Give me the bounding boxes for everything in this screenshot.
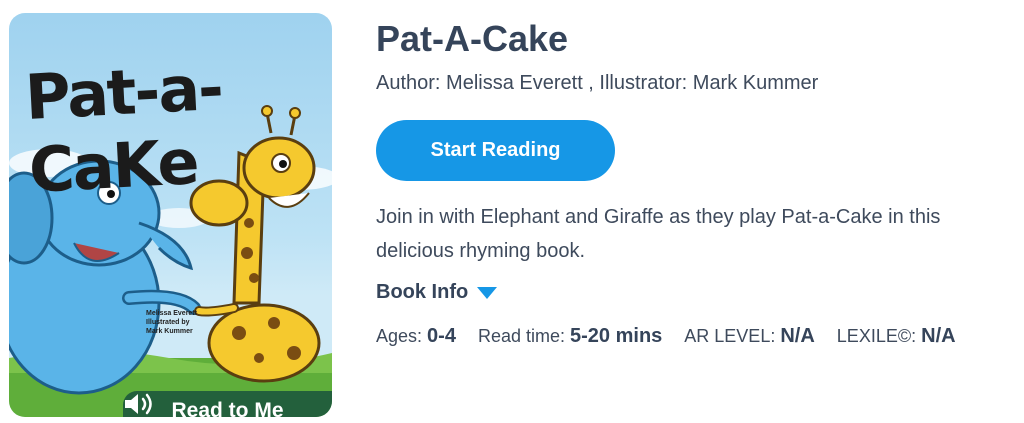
- meta-ages-label: Ages:: [376, 326, 423, 346]
- book-metadata: Ages: 0-4 Read time: 5-20 mins AR LEVEL:…: [376, 325, 978, 348]
- cover-author: Melissa Everett: [146, 310, 197, 317]
- read-to-me-button[interactable]: Read to Me: [123, 391, 332, 417]
- meta-ar-level-value: N/A: [780, 325, 815, 347]
- book-title: Pat-A-Cake: [376, 18, 569, 59]
- book-description: Join in with Elephant and Giraffe as the…: [376, 206, 941, 262]
- meta-read-time: Read time: 5-20 mins: [478, 325, 662, 348]
- meta-ar-level-label: AR LEVEL:: [684, 326, 776, 346]
- cover-title: Pat-a-CaKe: [23, 50, 224, 207]
- meta-ages: Ages: 0-4: [376, 325, 456, 348]
- start-reading-button[interactable]: Start Reading: [376, 120, 615, 181]
- cover-illustrator: Mark Kummer: [146, 328, 193, 335]
- book-cover[interactable]: Pat-a-CaKe Melissa Everett Illustrated b…: [9, 13, 332, 417]
- meta-lexile-label: LEXILE©:: [836, 326, 917, 346]
- speaker-icon: [125, 393, 152, 415]
- meta-ar-level: AR LEVEL: N/A: [684, 325, 815, 348]
- cover-illustrated-by: Illustrated by: [146, 319, 190, 326]
- meta-lexile-value: N/A: [921, 325, 956, 347]
- book-info-label: Book Info: [376, 281, 469, 303]
- meta-ages-value: 0-4: [427, 325, 456, 347]
- book-info-toggle[interactable]: Book Info: [376, 281, 498, 304]
- meta-read-time-label: Read time:: [477, 326, 565, 346]
- cover-credits: Melissa Everett Illustrated by Mark Kumm…: [146, 309, 197, 336]
- caret-down-icon: [477, 286, 498, 299]
- read-to-me-label: Read to Me: [171, 398, 284, 418]
- meta-read-time-value: 5-20 mins: [570, 325, 663, 347]
- meta-lexile: LEXILE©: N/A: [837, 325, 956, 348]
- author-illustrator-line: Author: Melissa Everett , Illustrator: M…: [376, 72, 819, 94]
